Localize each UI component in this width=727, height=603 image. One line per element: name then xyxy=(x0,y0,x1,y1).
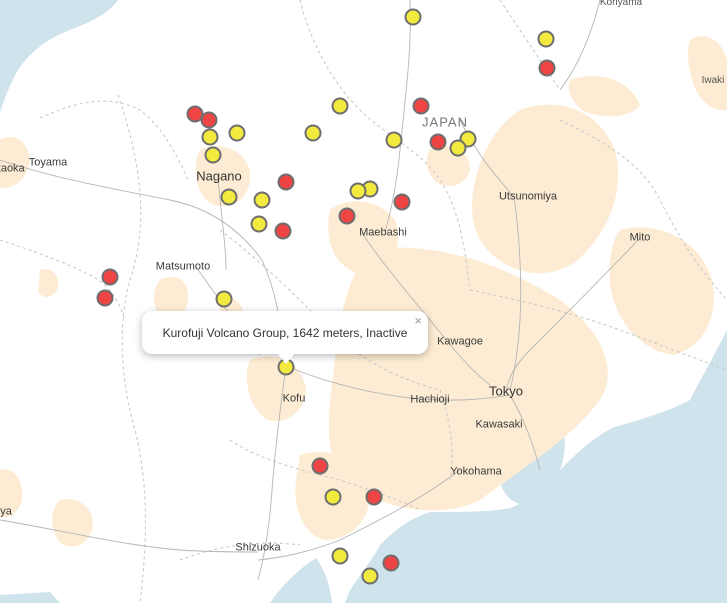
volcano-marker[interactable] xyxy=(220,188,238,206)
volcano-marker[interactable] xyxy=(311,457,329,475)
volcano-popup: Kurofuji Volcano Group, 1642 meters, Ina… xyxy=(142,311,428,364)
popup-tip xyxy=(278,354,294,364)
popup-text: Kurofuji Volcano Group, 1642 meters, Ina… xyxy=(162,326,408,340)
volcano-marker[interactable] xyxy=(361,567,379,585)
city-label-kofu: Kofu xyxy=(282,392,306,405)
left-water xyxy=(0,592,60,603)
volcano-marker[interactable] xyxy=(538,59,556,77)
city-label-koriyama: Koriyama xyxy=(599,0,643,8)
volcano-marker[interactable] xyxy=(228,124,246,142)
country-label: JAPAN xyxy=(422,114,468,130)
volcano-marker[interactable] xyxy=(215,290,233,308)
city-label-kaoka: kaoka xyxy=(0,162,25,175)
close-icon[interactable]: × xyxy=(414,314,422,327)
city-label-iwaki: Iwaki xyxy=(701,75,725,86)
volcano-marker[interactable] xyxy=(331,547,349,565)
volcano-marker[interactable] xyxy=(382,554,400,572)
city-label-utsunomiya: Utsunomiya xyxy=(498,190,558,203)
city-label-mito: Mito xyxy=(629,231,651,244)
volcano-marker[interactable] xyxy=(277,173,295,191)
volcano-marker[interactable] xyxy=(404,8,422,26)
volcano-marker[interactable] xyxy=(204,146,222,164)
city-label-nagano: Nagano xyxy=(196,168,242,184)
volcano-marker[interactable] xyxy=(429,133,447,151)
volcano-marker[interactable] xyxy=(200,111,218,129)
city-label-hachioji: Hachioji xyxy=(410,393,450,406)
volcano-marker[interactable] xyxy=(250,215,268,233)
volcano-marker[interactable] xyxy=(365,488,383,506)
city-label-matsumoto: Matsumoto xyxy=(155,260,211,273)
volcano-marker[interactable] xyxy=(101,268,119,286)
suruga-bay xyxy=(270,558,332,603)
volcano-marker[interactable] xyxy=(349,182,367,200)
city-label-kawasaki: Kawasaki xyxy=(475,418,523,431)
city-label-tokyo: Tokyo xyxy=(489,383,523,399)
volcano-marker[interactable] xyxy=(253,191,271,209)
city-label-toyama: Toyama xyxy=(28,156,68,169)
volcano-marker[interactable] xyxy=(393,193,411,211)
volcano-marker[interactable] xyxy=(537,30,555,48)
volcano-marker[interactable] xyxy=(338,207,356,225)
volcano-marker[interactable] xyxy=(274,222,292,240)
volcano-marker[interactable] xyxy=(449,139,467,157)
volcano-marker[interactable] xyxy=(385,131,403,149)
city-label-yokohama: Yokohama xyxy=(450,465,502,478)
volcano-map[interactable]: Koriyama Iwaki Toyama kaoka Nagano JAPAN… xyxy=(0,0,727,603)
volcano-marker[interactable] xyxy=(201,128,219,146)
city-label-ya: ya xyxy=(0,505,12,518)
volcano-marker[interactable] xyxy=(412,97,430,115)
city-label-kawagoe: Kawagoe xyxy=(437,335,483,348)
sea-of-japan xyxy=(0,0,118,112)
volcano-marker[interactable] xyxy=(324,488,342,506)
city-label-shizuoka: Shizuoka xyxy=(235,541,281,554)
volcano-marker[interactable] xyxy=(331,97,349,115)
city-label-maebashi: Maebashi xyxy=(359,226,407,239)
volcano-marker[interactable] xyxy=(304,124,322,142)
volcano-marker[interactable] xyxy=(96,289,114,307)
